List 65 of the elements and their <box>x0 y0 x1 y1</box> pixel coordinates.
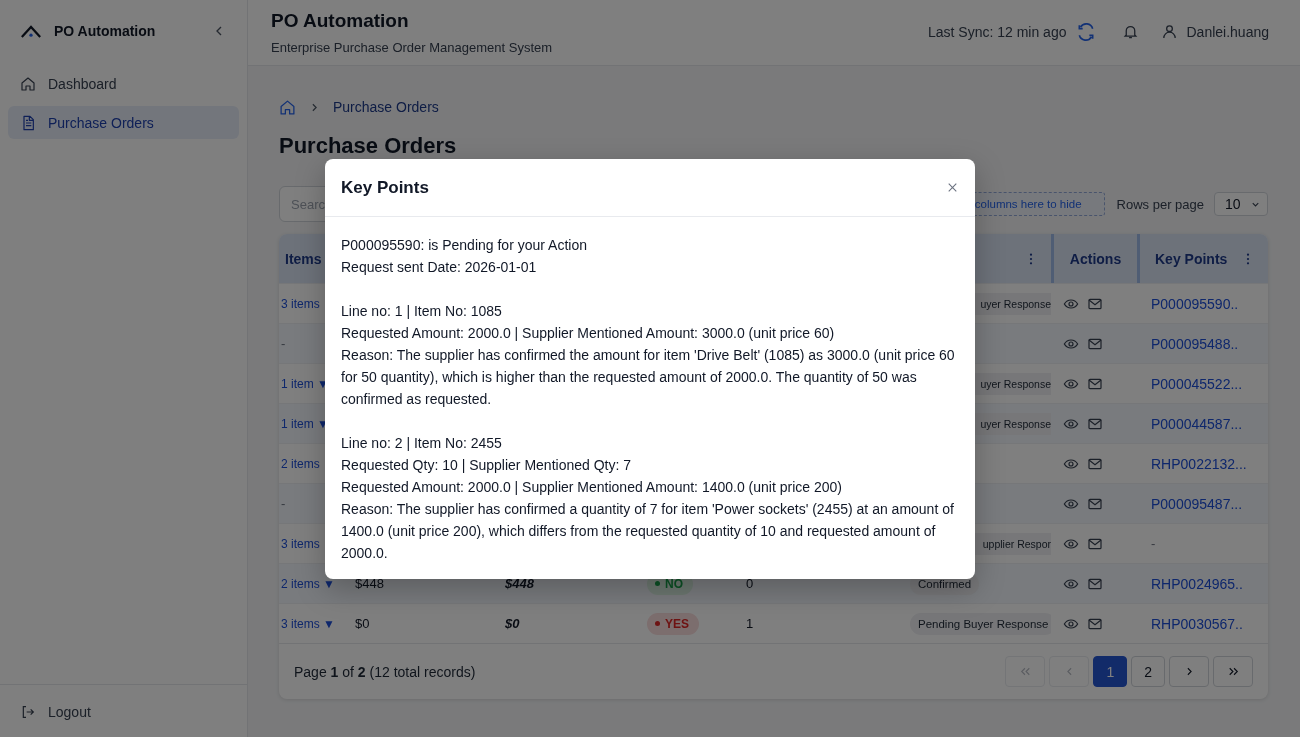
key-point-text: P000095590: is Pending for your Action <box>341 236 588 255</box>
key-points-link[interactable]: RHP0022132... <box>1151 455 1247 472</box>
logout-icon <box>20 703 36 720</box>
key-point-text: Requested Amount: 2000.0 | Supplier Mentioned Amount: 1400.0 (unit price 200) <box>341 478 843 497</box>
column-menu-icon[interactable] <box>1029 252 1033 265</box>
logo-icon <box>20 23 42 39</box>
key-points-link[interactable]: RHP0030567.. <box>1151 615 1243 632</box>
user-name[interactable]: Danlei.huang <box>1186 23 1269 40</box>
page-button[interactable]: 2 <box>1131 656 1165 687</box>
app-subtitle: Enterprise Purchase Order Management System <box>271 40 553 55</box>
table-cell: $0 <box>355 616 370 631</box>
rows-per-page-select[interactable]: 10 <box>1214 192 1268 216</box>
table-cell: $448 <box>505 576 534 591</box>
column-menu-icon[interactable] <box>1246 252 1250 265</box>
items-link[interactable]: 3 items <box>281 536 320 551</box>
brand-name: PO Automation <box>54 23 157 39</box>
logout-item[interactable]: Logout <box>8 695 239 728</box>
key-point-text: Requested Qty: 10 | Supplier Mentioned Qty: 7 <box>341 456 633 475</box>
page-summary: Page 1 of 2 (12 total records) <box>294 663 476 680</box>
items-link[interactable]: 2 items <box>281 456 320 471</box>
key-point-text: Requested Amount: 2000.0 | Supplier Mentioned Amount: 3000.0 (unit price 60) <box>341 324 836 343</box>
key-points-link[interactable]: P000095487... <box>1151 495 1243 512</box>
table-cell: - <box>281 336 286 351</box>
home-icon <box>20 75 36 92</box>
double-chevron-right-icon <box>1226 665 1240 678</box>
breadcrumb-current: Purchase Orders <box>333 99 439 115</box>
notification-bell-icon[interactable] <box>1122 23 1140 40</box>
key-points-link[interactable]: P000095590.. <box>1151 295 1239 312</box>
table-cell: 0 <box>746 576 754 591</box>
double-chevron-left-icon <box>1018 665 1032 678</box>
table-cell: - <box>281 496 286 511</box>
close-icon[interactable] <box>946 181 959 194</box>
rows-per-page-label: Rows per page <box>1116 196 1204 212</box>
document-icon <box>20 114 36 131</box>
sidebar-item[interactable]: Dashboard <box>8 67 239 100</box>
table-cell: $0 <box>505 616 520 631</box>
user-icon <box>1161 23 1179 40</box>
sidebar-item[interactable]: Purchase Orders <box>8 106 239 139</box>
status-dot <box>655 621 660 626</box>
items-link[interactable]: 2 items ▼ <box>281 576 335 591</box>
key-point-text: Line no: 1 | Item No: 1085 <box>341 302 503 321</box>
flag-badge: YES <box>647 612 699 635</box>
column-header[interactable]: Key Points <box>1155 250 1228 267</box>
items-link[interactable]: 3 items ▼ <box>281 616 335 631</box>
column-header[interactable]: Actions <box>1051 234 1137 283</box>
table-cell: 1 <box>746 616 754 631</box>
dialog-title: Key Points <box>341 177 429 198</box>
status-pill: Pending Buyer Response <box>910 612 1051 635</box>
status-dot <box>655 581 660 586</box>
key-point-text: Line no: 2 | Item No: 2455 <box>341 434 503 453</box>
page-button[interactable]: 1 <box>1093 656 1128 687</box>
key-points-link[interactable]: P000095488.. <box>1151 335 1239 352</box>
page-title: Purchase Orders <box>279 134 458 158</box>
items-link[interactable]: 3 items <box>281 296 320 311</box>
last-page-button[interactable] <box>1213 656 1253 687</box>
home-icon[interactable] <box>279 98 296 116</box>
table-cell: - <box>1151 536 1156 551</box>
key-points-link[interactable]: RHP0024965.. <box>1151 575 1243 592</box>
key-points-link[interactable]: P000045522... <box>1151 375 1243 392</box>
last-sync-text: Last Sync: 12 min ago <box>927 23 1067 40</box>
refresh-icon[interactable] <box>1076 21 1097 42</box>
key-point-text: Request sent Date: 2026-01-01 <box>341 258 538 277</box>
table-cell: $448 <box>355 576 384 591</box>
app-title: PO Automation <box>271 10 410 32</box>
key-points-link[interactable]: P000044587... <box>1151 415 1243 432</box>
